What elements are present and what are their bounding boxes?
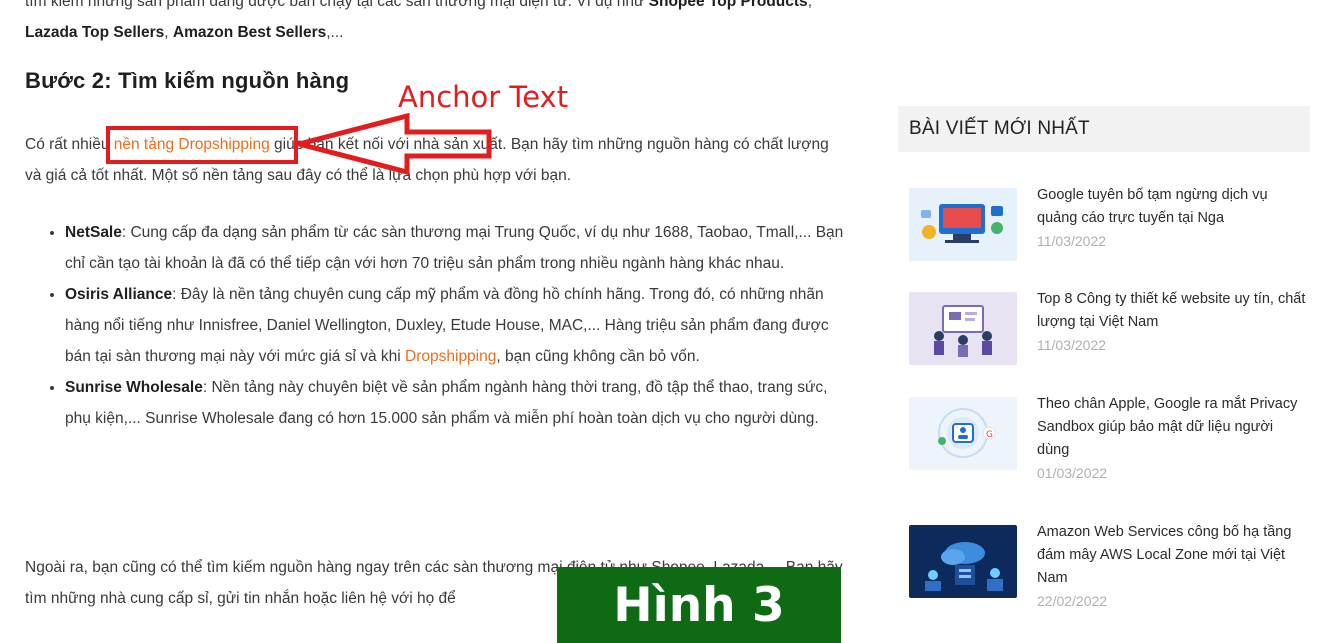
ads-illustration-icon — [909, 188, 1017, 261]
platform-list: NetSale: Cung cấp đa dạng sản phẩm từ cá… — [25, 217, 850, 434]
list-item-title: NetSale — [65, 224, 122, 241]
list-item-sunrise: Sunrise Wholesale: Nền tảng này chuyên b… — [65, 372, 850, 434]
list-item-osiris: Osiris Alliance: Đây là nền tảng chuyên … — [65, 279, 850, 372]
post-body: Google tuyên bố tạm ngừng dịch vụ quảng … — [1037, 184, 1307, 252]
post-date: 11/03/2022 — [1037, 233, 1107, 249]
section-heading: Bước 2: Tìm kiếm nguồn hàng — [25, 68, 350, 93]
post-thumbnail[interactable] — [909, 292, 1017, 365]
post-title[interactable]: Top 8 Công ty thiết kế website uy tín, c… — [1037, 288, 1307, 334]
post-thumbnail[interactable] — [909, 525, 1017, 598]
latest-posts-widget: BÀI VIẾT MỚI NHẤT Google tuyên bố tạm ng… — [898, 106, 1310, 609]
intro-bold-lazada: Lazada Top Sellers — [25, 24, 165, 41]
list-item-text: : Cung cấp đa dạng sản phẩm từ các sàn t… — [65, 224, 844, 272]
post-date: 11/03/2022 — [1037, 337, 1107, 353]
annotation-arrow-icon — [295, 112, 492, 176]
widget-title: BÀI VIẾT MỚI NHẤT — [898, 106, 1310, 152]
post-title[interactable]: Google tuyên bố tạm ngừng dịch vụ quảng … — [1037, 184, 1307, 230]
list-item-title: Sunrise Wholesale — [65, 379, 203, 396]
post-body: Amazon Web Services công bố hạ tầng đám … — [1037, 521, 1307, 612]
intro-paragraph: tìm kiếm những sản phẩm đang được bán ch… — [25, 0, 845, 48]
intro-sep: , — [164, 24, 173, 41]
post-body: Theo chân Apple, Google ra mắt Privacy S… — [1037, 393, 1307, 484]
privacy-illustration-icon: G — [909, 397, 1017, 470]
figure-label: Hình 3 — [557, 567, 841, 643]
anchor-text-annotation: Anchor Text — [398, 80, 569, 114]
team-illustration-icon — [909, 292, 1017, 365]
list-item-netsale: NetSale: Cung cấp đa dạng sản phẩm từ cá… — [65, 217, 850, 279]
post-date: 01/03/2022 — [1037, 465, 1108, 481]
cloud-illustration-icon — [909, 525, 1017, 598]
post-thumbnail[interactable]: G — [909, 397, 1017, 470]
intro-sep: , — [807, 0, 812, 10]
dropshipping-link[interactable]: Dropshipping — [405, 348, 496, 365]
para1-before: Có rất nhiều — [25, 136, 114, 153]
post-thumbnail[interactable] — [909, 188, 1017, 261]
svg-text:G: G — [986, 430, 993, 440]
list-item-title: Osiris Alliance — [65, 286, 173, 303]
post-title[interactable]: Amazon Web Services công bố hạ tầng đám … — [1037, 521, 1307, 590]
intro-bold-amazon: Amazon Best Sellers — [172, 24, 327, 41]
intro-tail: ,... — [326, 24, 344, 41]
list-item-text: , bạn cũng không cần bỏ vốn. — [496, 348, 700, 365]
post-date: 22/02/2022 — [1037, 593, 1108, 609]
intro-text: tìm kiếm những sản phẩm đang được bán ch… — [25, 0, 649, 10]
post-title[interactable]: Theo chân Apple, Google ra mắt Privacy S… — [1037, 393, 1307, 462]
anchor-highlight-box — [106, 126, 298, 164]
intro-bold-shopee: Shopee Top Products — [648, 0, 808, 10]
post-body: Top 8 Công ty thiết kế website uy tín, c… — [1037, 288, 1307, 356]
